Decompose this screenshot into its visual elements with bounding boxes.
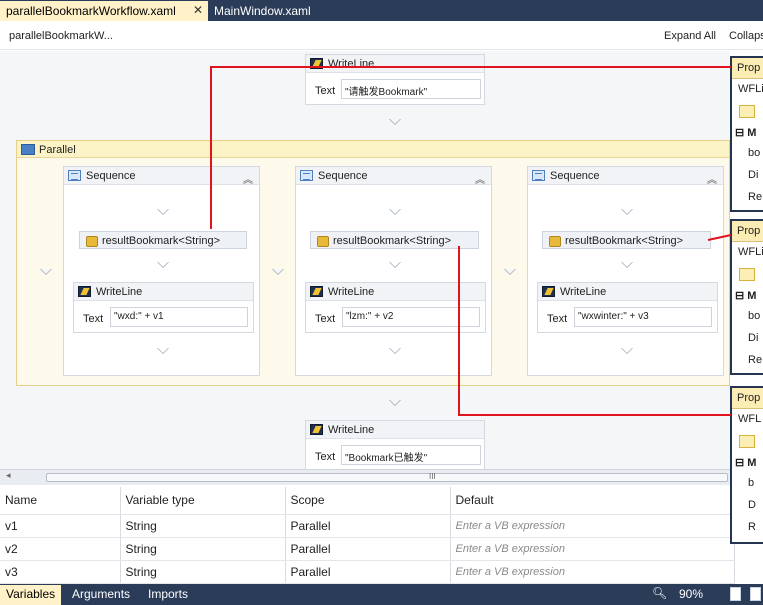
connector-line-3	[458, 246, 731, 416]
connector-line-1	[210, 66, 731, 229]
connector-line-2	[707, 234, 732, 241]
connector-lines	[210, 66, 732, 416]
